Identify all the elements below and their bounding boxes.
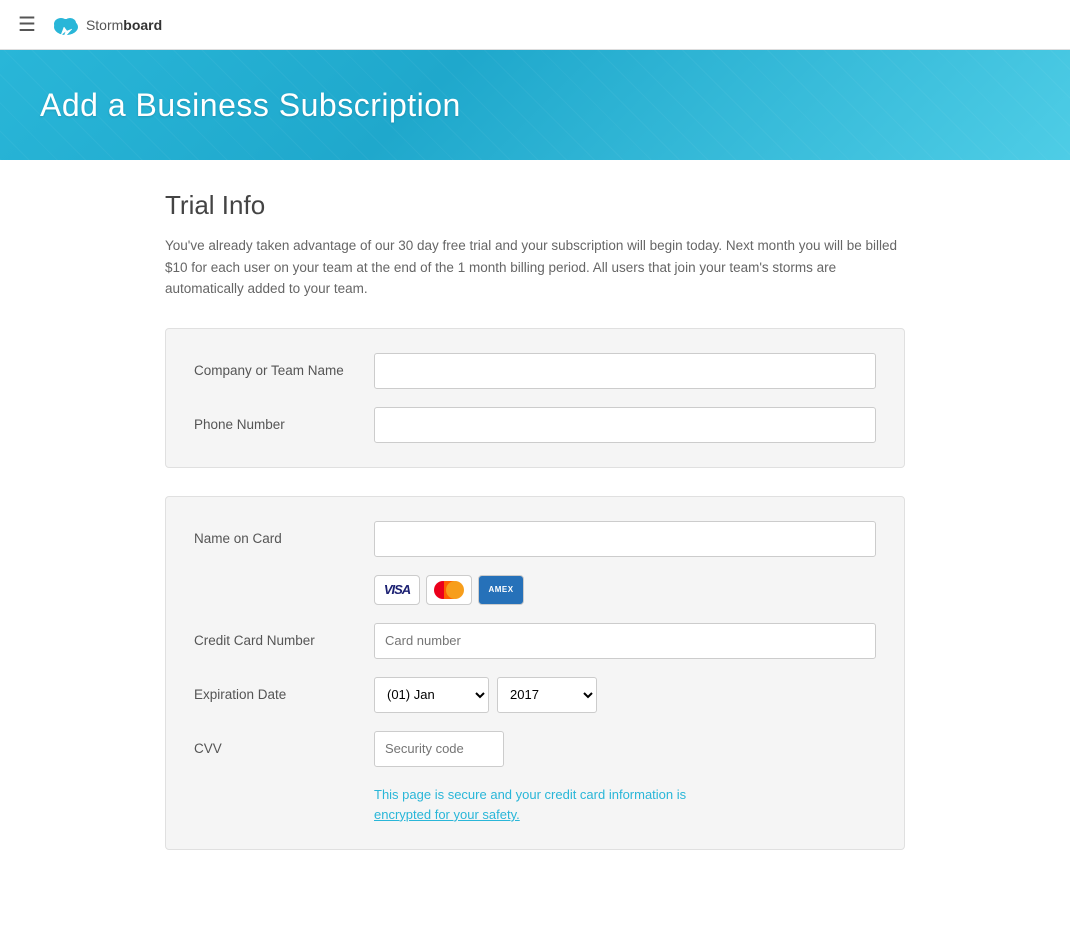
- security-line1: This page is secure and your credit card…: [374, 787, 686, 802]
- name-on-card-row: Name on Card: [194, 521, 876, 557]
- expiration-label: Expiration Date: [194, 687, 374, 702]
- security-line2[interactable]: encrypted for your safety.: [374, 807, 520, 822]
- company-label: Company or Team Name: [194, 363, 374, 378]
- trial-info-text: You've already taken advantage of our 30…: [165, 235, 905, 300]
- mastercard-icon: [426, 575, 472, 605]
- card-icons-row: VISA AMEX: [194, 575, 876, 605]
- expiration-row: Expiration Date (01) Jan (02) Feb (03) M…: [194, 677, 876, 713]
- visa-text: VISA: [384, 582, 410, 597]
- main-content: Trial Info You've already taken advantag…: [145, 160, 925, 938]
- name-on-card-input[interactable]: [374, 521, 876, 557]
- hamburger-icon[interactable]: ☰: [18, 12, 36, 37]
- card-number-input[interactable]: [374, 623, 876, 659]
- phone-form-row: Phone Number: [194, 407, 876, 443]
- name-on-card-label: Name on Card: [194, 531, 374, 546]
- navbar: ☰ Stormboard: [0, 0, 1070, 50]
- amex-text: AMEX: [488, 585, 513, 594]
- credit-card-row: Credit Card Number: [194, 623, 876, 659]
- company-input[interactable]: [374, 353, 876, 389]
- cvv-label: CVV: [194, 741, 374, 756]
- amex-card-icon: AMEX: [478, 575, 524, 605]
- section-title: Trial Info: [165, 190, 905, 221]
- cvv-input[interactable]: [374, 731, 504, 767]
- stormboard-logo-icon: [50, 9, 82, 41]
- hero-banner: Add a Business Subscription: [0, 50, 1070, 160]
- company-phone-form-card: Company or Team Name Phone Number: [165, 328, 905, 468]
- logo-area: Stormboard: [50, 9, 162, 41]
- year-select[interactable]: 2017 2018 2019 2020 2021 2022 2023 2024 …: [497, 677, 597, 713]
- cvv-row: CVV: [194, 731, 876, 767]
- visa-card-icon: VISA: [374, 575, 420, 605]
- phone-label: Phone Number: [194, 417, 374, 432]
- security-text: This page is secure and your credit card…: [194, 785, 876, 825]
- company-form-row: Company or Team Name: [194, 353, 876, 389]
- payment-form-card: Name on Card VISA AMEX Credit Card Numbe…: [165, 496, 905, 850]
- logo-storm-text: Storm: [86, 17, 123, 33]
- logo-board-text: board: [123, 17, 162, 33]
- trial-text: You've already taken advantage of our 30…: [165, 238, 897, 296]
- hero-title: Add a Business Subscription: [40, 87, 461, 124]
- mc-right-circle: [446, 581, 464, 599]
- month-select[interactable]: (01) Jan (02) Feb (03) Mar (04) Apr (05)…: [374, 677, 489, 713]
- credit-card-label: Credit Card Number: [194, 633, 374, 648]
- phone-input[interactable]: [374, 407, 876, 443]
